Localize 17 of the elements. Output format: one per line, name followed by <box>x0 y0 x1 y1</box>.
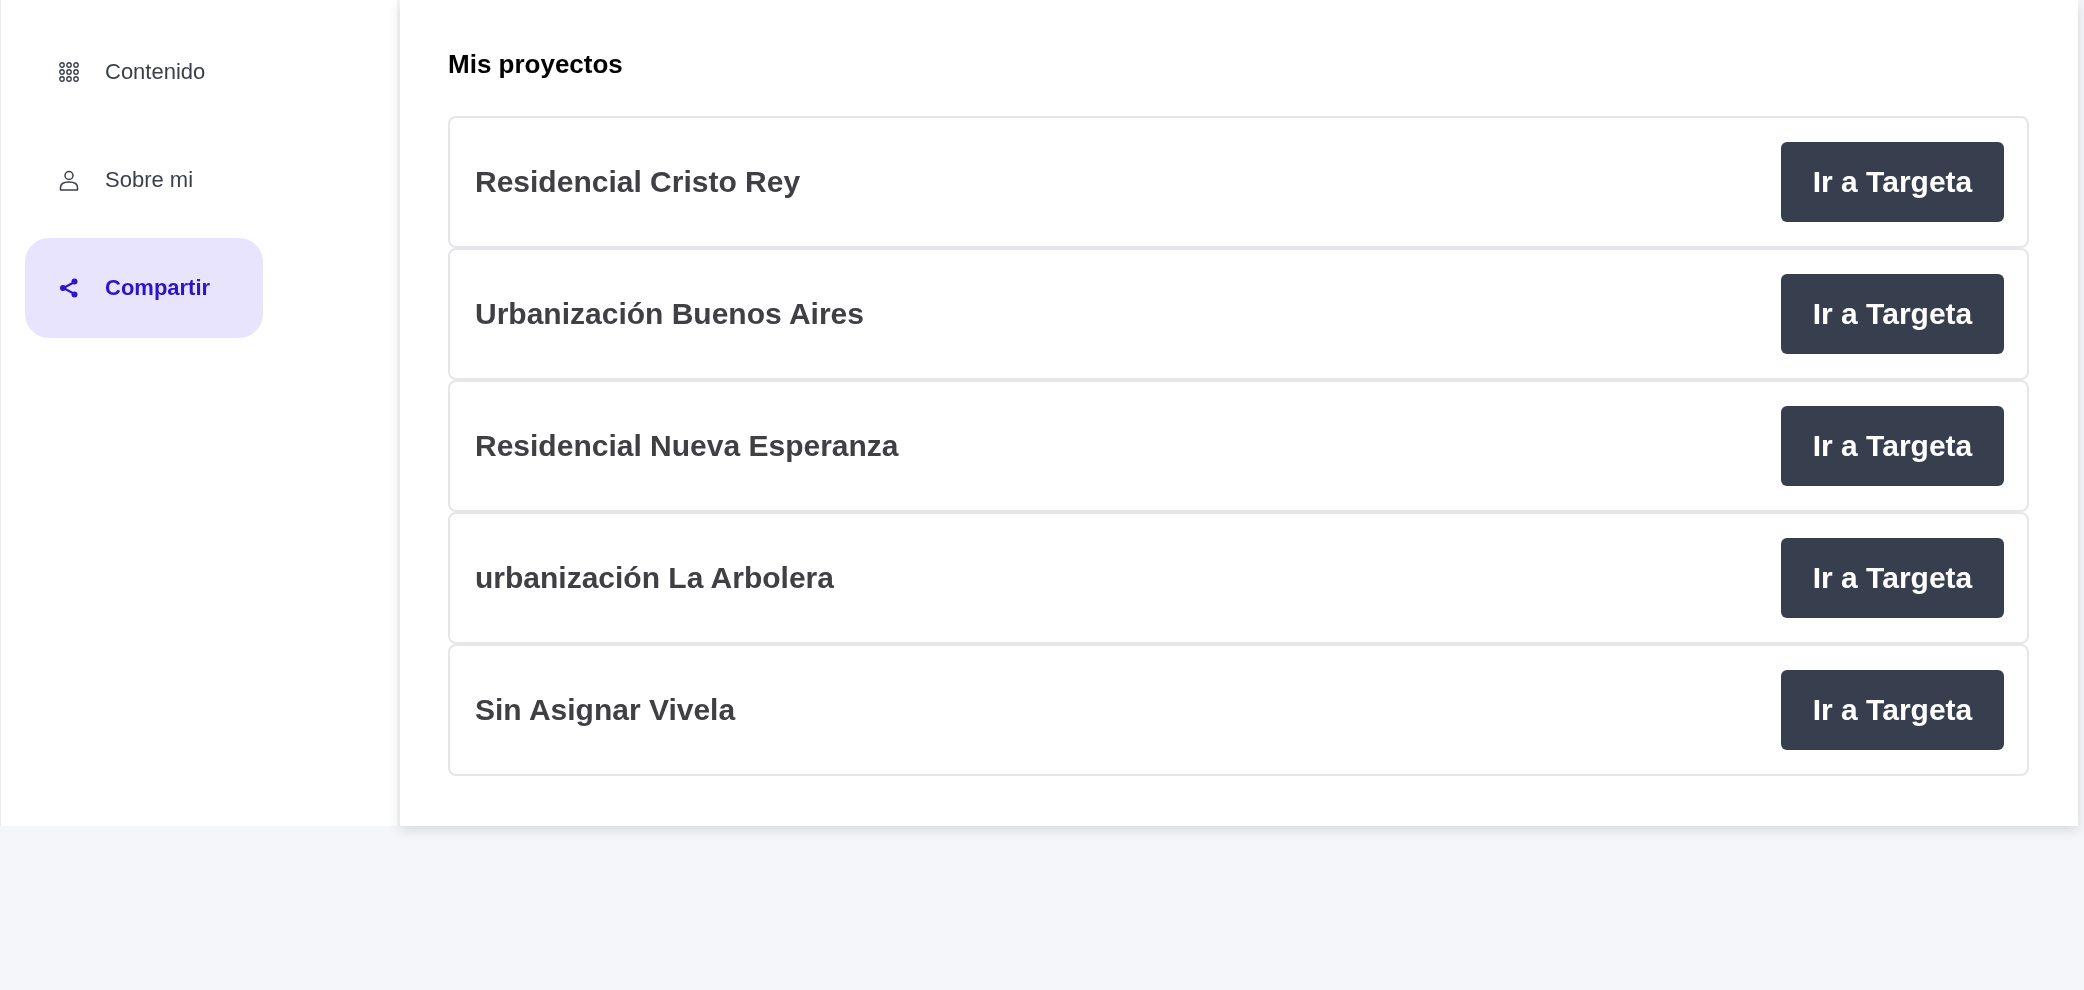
go-to-card-button[interactable]: Ir a Targeta <box>1781 670 2004 750</box>
share-icon <box>59 278 79 298</box>
sidebar-item[interactable]: Compartir <box>25 238 263 338</box>
go-to-card-button[interactable]: Ir a Targeta <box>1781 406 2004 486</box>
section-title: Mis proyectos <box>448 48 624 80</box>
sidebar-item[interactable]: Sobre mi <box>25 130 263 230</box>
dots-grid-icon <box>59 62 79 82</box>
go-to-card-button[interactable]: Ir a Targeta <box>1781 142 2004 222</box>
project-name: Urbanización Buenos Aires <box>475 297 864 331</box>
project-name: Residencial Cristo Rey <box>475 165 801 199</box>
go-to-card-button[interactable]: Ir a Targeta <box>1781 538 2004 618</box>
person-icon <box>59 169 79 191</box>
project-name: urbanización La Arbolera <box>475 561 834 595</box>
project-name: Residencial Nueva Esperanza <box>475 429 899 463</box>
go-to-card-button[interactable]: Ir a Targeta <box>1781 274 2004 354</box>
sidebar-item[interactable]: Contenido <box>25 22 263 122</box>
project-name: Sin Asignar Vivela <box>475 693 736 727</box>
